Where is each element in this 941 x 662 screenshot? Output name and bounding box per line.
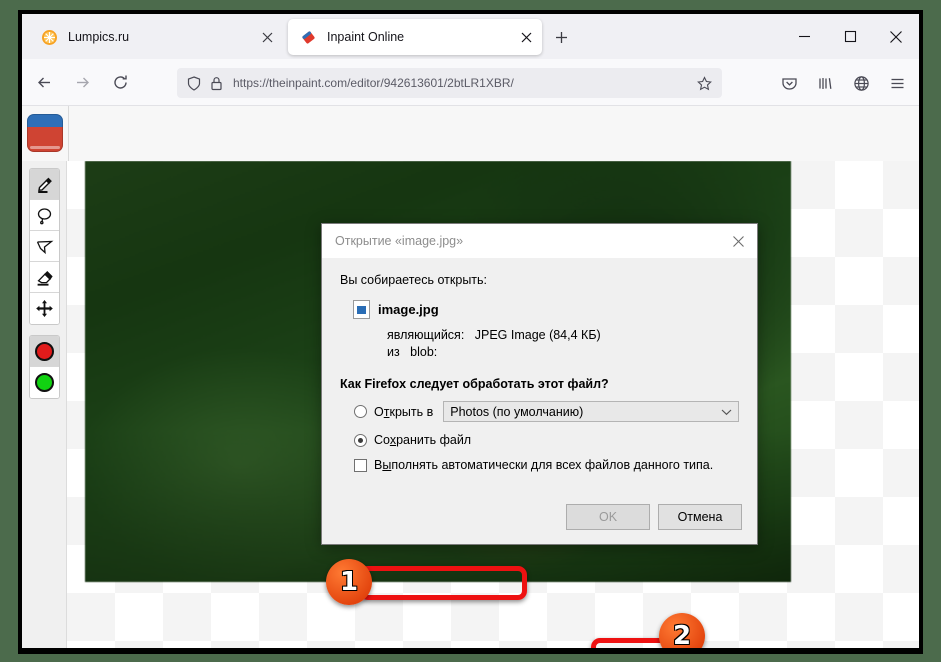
ok-button[interactable]: OK [566, 504, 650, 530]
firefox-browser-window: Lumpics.ru Inpaint Online https://theinp… [22, 14, 919, 648]
url-bar[interactable]: https://theinpaint.com/editor/942613601/… [177, 68, 722, 98]
image-canvas[interactable]: Открытие «image.jpg» Вы собираетесь откр… [67, 161, 919, 648]
drawing-tools-group [28, 168, 60, 325]
open-with-select[interactable]: Photos (по умолчанию) [443, 401, 739, 422]
tab-label: Lumpics.ru [68, 30, 130, 44]
file-source-label: из [387, 345, 400, 359]
move-tool[interactable] [29, 293, 59, 324]
dialog-close-icon[interactable] [723, 226, 753, 256]
toolbar-divider [68, 106, 69, 161]
inpaint-eraser-logo [27, 114, 63, 152]
file-type-value: JPEG Image (84,4 КБ) [474, 328, 601, 342]
open-with-selected-value: Photos (по умолчанию) [450, 404, 584, 419]
reload-icon[interactable] [104, 66, 136, 98]
back-arrow-icon[interactable] [28, 66, 60, 98]
marker-tool[interactable] [29, 169, 59, 200]
file-row: image.jpg [353, 300, 739, 319]
chevron-down-icon [721, 405, 732, 419]
editor-main-area: Открытие «image.jpg» Вы собираетесь откр… [22, 161, 919, 648]
red-color-dot [34, 341, 54, 361]
lasso-tool[interactable] [29, 200, 59, 231]
dialog-footer: OK Отмена [566, 504, 742, 530]
orange-slice-icon [41, 29, 58, 46]
nav-right-buttons [769, 67, 913, 99]
green-swatch[interactable] [29, 367, 59, 398]
library-icon[interactable] [809, 67, 841, 99]
file-name: image.jpg [378, 302, 439, 317]
open-file-dialog: Открытие «image.jpg» Вы собираетесь откр… [321, 223, 758, 545]
url-text: https://theinpaint.com/editor/942613601/… [233, 76, 514, 90]
polygon-lasso-tool[interactable] [29, 231, 59, 262]
eraser-tool[interactable] [29, 262, 59, 293]
save-file-label: Сохранить файл [374, 433, 472, 447]
dialog-title: Открытие «image.jpg» [335, 234, 464, 248]
dialog-question: Как Firefox следует обработать этот файл… [340, 377, 609, 391]
red-swatch[interactable] [29, 336, 59, 367]
star-icon[interactable] [694, 73, 714, 93]
dialog-intro-text: Вы собираетесь открыть: [340, 273, 488, 287]
eraser-icon [300, 29, 317, 46]
auto-handle-label: Выполнять автоматически для всех файлов … [374, 458, 714, 472]
open-with-row[interactable]: Открыть в Photos (по умолчанию) [354, 401, 739, 422]
green-color-dot [34, 373, 54, 392]
cancel-button[interactable]: Отмена [658, 504, 742, 530]
tab-close-button[interactable] [257, 27, 277, 47]
tool-sidebar [22, 161, 67, 648]
tab-strip: Lumpics.ru Inpaint Online [22, 14, 919, 59]
minimize-icon[interactable] [781, 14, 827, 59]
tab-label: Inpaint Online [327, 30, 405, 44]
page-root: Lumpics.ru Inpaint Online https://theinp… [0, 0, 941, 662]
tab-inpaint-online[interactable]: Inpaint Online [288, 19, 542, 55]
inpaint-app-toolbar: 1:1 Erase [22, 106, 919, 248]
lock-icon[interactable] [207, 74, 225, 92]
pocket-icon[interactable] [773, 67, 805, 99]
file-type-row: являющийся: JPEG Image (84,4 КБ) [387, 328, 739, 342]
color-swatch-group [28, 335, 60, 399]
globe-icon[interactable] [845, 67, 877, 99]
step-badge-2: 2 [659, 613, 705, 648]
file-image-icon [353, 300, 370, 319]
maximize-icon[interactable] [827, 14, 873, 59]
close-icon[interactable] [873, 14, 919, 59]
step-badge-1: 1 [326, 559, 372, 605]
tab-lumpics[interactable]: Lumpics.ru [29, 19, 283, 55]
forward-arrow-icon[interactable] [66, 66, 98, 98]
save-file-radio[interactable] [354, 433, 367, 447]
dialog-body: Вы собираетесь открыть: image.jpg являющ… [322, 258, 757, 472]
tab-close-button[interactable] [516, 27, 536, 47]
save-file-row[interactable]: Сохранить файл [354, 433, 739, 447]
dialog-titlebar: Открытие «image.jpg» [322, 224, 757, 258]
shield-icon[interactable] [185, 74, 203, 92]
navigation-toolbar: https://theinpaint.com/editor/942613601/… [22, 59, 919, 106]
auto-handle-row[interactable]: Выполнять автоматически для всех файлов … [354, 458, 739, 472]
file-type-label: являющийся: [387, 328, 465, 342]
hamburger-menu-icon[interactable] [881, 67, 913, 99]
file-source-value: blob: [410, 345, 438, 359]
auto-handle-checkbox[interactable] [354, 458, 367, 472]
open-with-radio[interactable] [354, 405, 367, 418]
window-controls [781, 14, 919, 59]
new-tab-button[interactable] [550, 26, 572, 48]
open-with-label: Открыть в [374, 404, 434, 419]
file-source-row: из blob: [387, 345, 739, 359]
